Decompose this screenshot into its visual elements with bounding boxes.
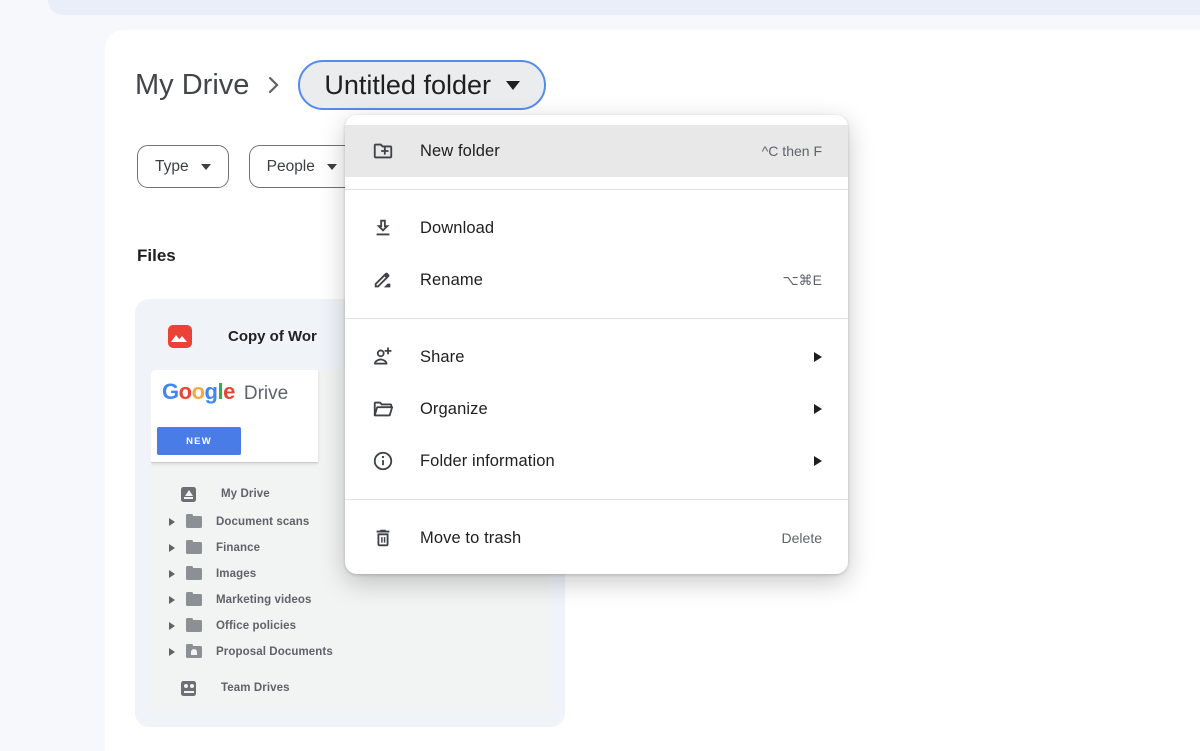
files-section-heading: Files: [137, 246, 176, 266]
trash-icon: [372, 527, 394, 549]
chevron-right-icon: [169, 570, 175, 578]
google-drive-logo: Google Drive: [162, 379, 288, 405]
chevron-right-icon: [169, 648, 175, 656]
thumbnail-new-button: NEW: [157, 427, 241, 455]
folder-icon: [186, 542, 202, 554]
breadcrumb-my-drive[interactable]: My Drive: [135, 69, 249, 102]
menu-item-organize[interactable]: Organize: [345, 383, 848, 435]
menu-item-new-folder[interactable]: New folder ^C then F: [345, 125, 848, 177]
shortcut-hint: Delete: [782, 530, 822, 546]
menu-divider: [345, 499, 848, 500]
tree-item: Marketing videos: [151, 587, 549, 613]
tree-item: Office policies: [151, 613, 549, 639]
menu-item-rename[interactable]: Rename ⌥⌘E: [345, 254, 848, 306]
chevron-right-icon: [169, 544, 175, 552]
menu-divider: [345, 318, 848, 319]
caret-down-icon: [506, 81, 520, 90]
current-folder-button[interactable]: Untitled folder: [298, 60, 546, 110]
menu-item-download[interactable]: Download: [345, 202, 848, 254]
shortcut-hint: ⌥⌘E: [783, 272, 822, 289]
folder-open-icon: [372, 398, 394, 420]
submenu-arrow-icon: [814, 404, 822, 414]
current-folder-name: Untitled folder: [324, 70, 491, 101]
chevron-right-icon: [169, 622, 175, 630]
menu-item-share[interactable]: Share: [345, 331, 848, 383]
tree-item-team-drives: Team Drives: [151, 675, 549, 701]
folder-icon: [186, 516, 202, 528]
chevron-right-icon: [169, 596, 175, 604]
person-add-icon: [372, 346, 394, 368]
submenu-arrow-icon: [814, 352, 822, 362]
chevron-right-icon: [169, 518, 175, 526]
image-file-icon: [168, 325, 192, 348]
tree-item: Proposal Documents: [151, 639, 549, 665]
submenu-arrow-icon: [814, 456, 822, 466]
thumbnail-drive-panel: Google Drive NEW: [151, 370, 318, 462]
rename-pencil-icon: [372, 269, 394, 291]
folder-icon: [186, 594, 202, 606]
people-filter-label: People: [267, 158, 315, 176]
breadcrumb: My Drive Untitled folder: [135, 60, 546, 110]
chevron-right-icon: [266, 74, 281, 96]
caret-down-icon: [201, 164, 211, 170]
type-filter-chip[interactable]: Type: [137, 145, 229, 188]
filter-chip-bar: Type People: [137, 145, 369, 188]
menu-item-folder-information[interactable]: Folder information: [345, 435, 848, 487]
type-filter-label: Type: [155, 158, 189, 176]
new-folder-icon: [372, 140, 394, 162]
menu-divider: [345, 189, 848, 190]
folder-icon: [186, 568, 202, 580]
shortcut-hint: ^C then F: [762, 143, 822, 159]
info-icon: [372, 450, 394, 472]
folder-context-menu: New folder ^C then F Download Rename ⌥⌘E…: [345, 115, 848, 574]
menu-item-move-to-trash[interactable]: Move to trash Delete: [345, 512, 848, 564]
team-drives-icon: [181, 681, 196, 696]
caret-down-icon: [327, 164, 337, 170]
folder-icon: [186, 620, 202, 632]
download-icon: [372, 217, 394, 239]
header-search-band: [48, 0, 1200, 15]
file-card-title: Copy of Wor: [228, 328, 317, 345]
shared-folder-icon: [186, 646, 202, 658]
drive-icon: [181, 487, 196, 502]
